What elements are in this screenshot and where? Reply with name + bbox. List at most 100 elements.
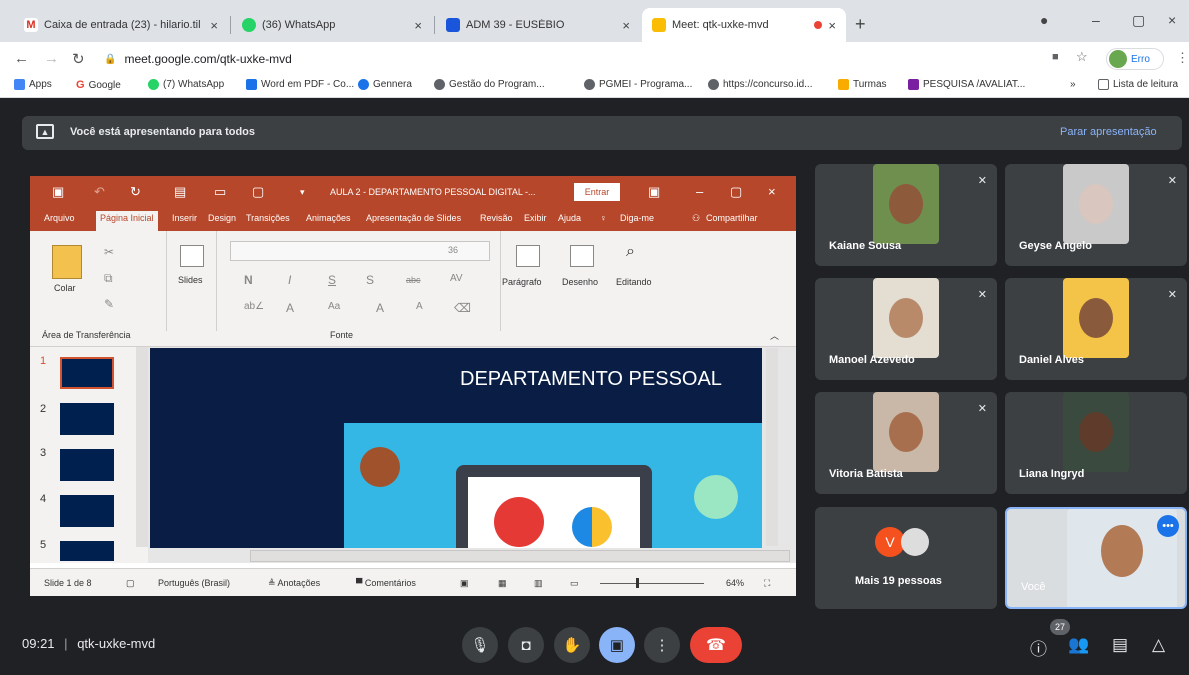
present-from-start-icon[interactable]: ▤: [174, 184, 186, 200]
participant-tile[interactable]: ✕ Kaiane Sousa: [815, 164, 997, 266]
bookmark-turmas[interactable]: Turmas: [838, 79, 887, 90]
tab-apresentacao[interactable]: Apresentação de Slides: [366, 213, 461, 223]
slide-thumbnail-4[interactable]: [60, 495, 114, 527]
tab-animacoes[interactable]: Animações: [306, 213, 351, 223]
new-slide-button-icon[interactable]: [180, 245, 204, 267]
participant-tile[interactable]: Liana Ingryd: [1005, 392, 1187, 494]
star-icon[interactable]: ☆: [1076, 49, 1088, 65]
stop-presenting-button[interactable]: Parar apresentação: [1060, 126, 1157, 138]
profile-button[interactable]: Erro: [1106, 48, 1164, 70]
more-options-button[interactable]: ⋮: [644, 627, 680, 663]
char-spacing-icon[interactable]: AV: [450, 273, 463, 284]
more-participants-tile[interactable]: V Mais 19 pessoas: [815, 507, 997, 609]
bookmark-google[interactable]: G Google: [76, 79, 121, 91]
bold-icon[interactable]: N: [244, 273, 253, 287]
ribbon-display-icon[interactable]: ▣: [648, 184, 660, 200]
leave-call-button[interactable]: ☎: [690, 627, 742, 663]
camera-icon[interactable]: ■: [1052, 51, 1059, 63]
tab-adm[interactable]: ADM 39 - EUSÉBIO ×: [436, 8, 640, 42]
notes-button[interactable]: ≜ Anotações: [268, 578, 320, 589]
change-case-icon[interactable]: Aa: [328, 301, 340, 312]
zoom-slider[interactable]: [600, 583, 704, 584]
normal-view-icon[interactable]: ▣: [460, 578, 469, 589]
italic-icon[interactable]: I: [288, 273, 291, 287]
save-icon[interactable]: ▣: [52, 184, 64, 200]
layout-icon[interactable]: ▢: [252, 184, 264, 200]
spellcheck-icon[interactable]: ▢: [126, 578, 135, 589]
close-tab-icon[interactable]: ×: [622, 18, 630, 33]
tab-exibir[interactable]: Exibir: [524, 213, 547, 223]
more-options-icon[interactable]: •••: [1157, 515, 1179, 537]
tab-revisao[interactable]: Revisão: [480, 213, 513, 223]
font-color-icon[interactable]: A: [286, 301, 294, 315]
tab-pagina-inicial[interactable]: Página Inicial: [96, 211, 158, 231]
chat-icon[interactable]: ▤: [1112, 635, 1128, 655]
self-tile[interactable]: ••• Você: [1005, 507, 1187, 609]
back-icon[interactable]: ←: [14, 50, 29, 67]
fit-slide-icon[interactable]: ⛶: [764, 578, 770, 589]
editing-label[interactable]: Editando: [616, 277, 652, 287]
bookmark-gestao[interactable]: Gestão do Program...: [434, 79, 545, 90]
cut-icon[interactable]: ✂: [104, 245, 114, 259]
meeting-info-icon[interactable]: ⓘ: [1030, 635, 1047, 660]
tab-whatsapp[interactable]: (36) WhatsApp ×: [232, 8, 432, 42]
participant-tile[interactable]: ✕ Vitoria Batista: [815, 392, 997, 494]
zoom-level[interactable]: 64%: [726, 578, 744, 588]
new-tab-icon[interactable]: +: [855, 14, 866, 35]
grow-font-icon[interactable]: A: [376, 301, 384, 315]
bookmark-pesquisa[interactable]: PESQUISA /AVALIAT...: [908, 79, 1025, 90]
font-size-value[interactable]: 36: [448, 245, 458, 255]
close-tab-icon[interactable]: ×: [828, 18, 836, 33]
bookmark-pgmei[interactable]: PGMEI - Programa...: [584, 79, 692, 90]
paragraph-icon[interactable]: [516, 245, 540, 267]
shadow-icon[interactable]: S: [366, 273, 374, 287]
drawing-icon[interactable]: [570, 245, 594, 267]
ppt-restore-icon[interactable]: ▢: [730, 184, 742, 200]
restore-icon[interactable]: ▢: [1132, 12, 1145, 29]
ppt-minimize-icon[interactable]: –: [696, 184, 703, 199]
participant-tile[interactable]: ✕ Daniel Alves: [1005, 278, 1187, 380]
drawing-label[interactable]: Desenho: [562, 277, 598, 287]
collapse-ribbon-icon[interactable]: ︿: [770, 329, 779, 342]
tab-ajuda[interactable]: Ajuda: [558, 213, 581, 223]
camera-button[interactable]: ◘: [508, 627, 544, 663]
profile-dot-icon[interactable]: ●: [1040, 12, 1048, 28]
paragraph-label[interactable]: Parágrafo: [502, 277, 542, 287]
bookmark-gennera[interactable]: Gennera: [358, 79, 412, 90]
close-tab-icon[interactable]: ×: [210, 18, 218, 33]
tab-design[interactable]: Design: [208, 213, 236, 223]
microphone-button[interactable]: 🎙: [462, 627, 498, 663]
ppt-close-icon[interactable]: ×: [768, 184, 776, 199]
participant-tile[interactable]: ✕ Manoel Azevedo: [815, 278, 997, 380]
sorter-view-icon[interactable]: ▦: [498, 578, 507, 589]
tab-arquivo[interactable]: Arquivo: [44, 213, 75, 223]
forward-icon[interactable]: →: [44, 50, 59, 67]
slide-thumbnail-2[interactable]: [60, 403, 114, 435]
search-icon[interactable]: ⌕: [626, 243, 635, 261]
format-painter-icon[interactable]: ✎: [104, 297, 114, 311]
horizontal-scrollbar[interactable]: [250, 550, 790, 562]
menu-icon[interactable]: ⋮: [1176, 50, 1189, 66]
bookmark-apps[interactable]: Apps: [14, 79, 52, 90]
share-button[interactable]: Compartilhar: [706, 213, 758, 223]
close-tab-icon[interactable]: ×: [414, 18, 422, 33]
tab-gmail[interactable]: M Caixa de entrada (23) - hilario.til ×: [14, 8, 228, 42]
new-slide-icon[interactable]: ▭: [214, 184, 226, 200]
highlight-icon[interactable]: ab∠: [244, 301, 264, 312]
raise-hand-button[interactable]: ✋: [554, 627, 590, 663]
tab-meet[interactable]: Meet: qtk-uxke-mvd ×: [642, 8, 846, 42]
clear-format-icon[interactable]: ⌫: [454, 301, 471, 315]
tab-inserir[interactable]: Inserir: [172, 213, 197, 223]
customize-icon[interactable]: ▾: [300, 187, 305, 198]
copy-icon[interactable]: ⧉: [104, 271, 113, 286]
current-slide[interactable]: DEPARTAMENTO PESSOAL: [150, 348, 762, 548]
slide-scrollbar[interactable]: [766, 348, 778, 546]
slide-thumbnail-3[interactable]: [60, 449, 114, 481]
present-button[interactable]: ▣: [599, 627, 635, 663]
activities-icon[interactable]: △: [1152, 635, 1165, 655]
reload-icon[interactable]: ↻: [72, 50, 85, 68]
undo-icon[interactable]: ↶: [94, 184, 105, 200]
minimize-icon[interactable]: –: [1092, 12, 1100, 28]
tell-me-search[interactable]: Diga-me: [620, 213, 654, 223]
thumbnail-scrollbar[interactable]: [136, 347, 148, 547]
